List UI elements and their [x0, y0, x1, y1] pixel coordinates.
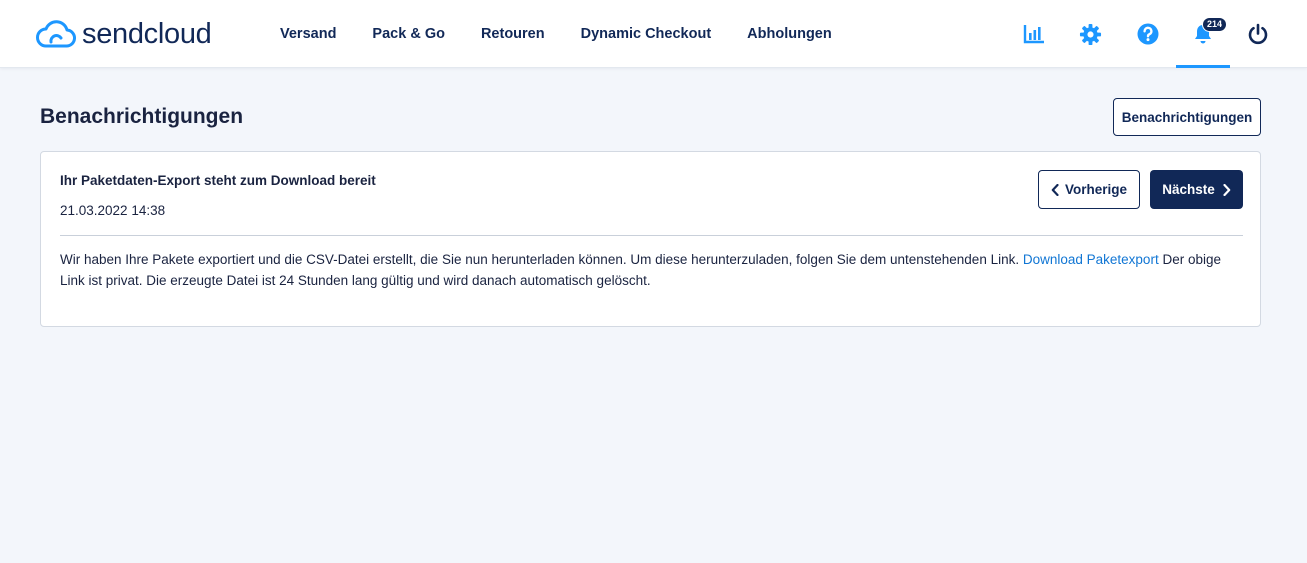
page-title: Benachrichtigungen [40, 105, 244, 128]
help-button[interactable] [1121, 0, 1175, 68]
notification-body-text-before: Wir haben Ihre Pakete exportiert und die… [60, 252, 1023, 267]
logout-button[interactable] [1231, 0, 1285, 68]
previous-button-label: Vorherige [1064, 182, 1127, 197]
main-nav: Versand Pack & Go Retouren Dynamic Check… [262, 0, 850, 68]
nav-item-abholungen[interactable]: Abholungen [729, 26, 850, 42]
previous-button[interactable]: Vorherige [1038, 170, 1140, 209]
card-divider [60, 235, 1243, 236]
settings-button[interactable] [1063, 0, 1117, 68]
cloud-logo-icon [36, 20, 76, 48]
nav-item-pack-and-go[interactable]: Pack & Go [354, 26, 463, 42]
next-button-label: Nächste [1162, 182, 1215, 197]
download-export-link[interactable]: Download Paketexport [1023, 252, 1159, 267]
power-icon [1248, 23, 1268, 45]
nav-item-dynamic-checkout[interactable]: Dynamic Checkout [563, 26, 730, 42]
notification-date: 21.03.2022 14:38 [60, 203, 166, 218]
sendcloud-logo[interactable]: sendcloud [36, 17, 212, 51]
question-circle-icon [1137, 23, 1159, 45]
next-button[interactable]: Nächste [1150, 170, 1243, 209]
notification-title: Ihr Paketdaten-Export steht zum Download… [60, 173, 376, 188]
brand-name: sendcloud [82, 17, 212, 50]
nav-item-versand[interactable]: Versand [262, 26, 354, 42]
analytics-button[interactable] [1007, 0, 1061, 68]
bar-chart-icon [1023, 25, 1044, 44]
notifications-settings-button[interactable]: Benachrichtigungen [1113, 98, 1261, 136]
chevron-right-icon [1223, 183, 1231, 196]
header-icon-group: 214 [1007, 0, 1307, 68]
notification-count-badge: 214 [1202, 17, 1228, 32]
notification-card: Ihr Paketdaten-Export steht zum Download… [40, 151, 1261, 327]
chevron-left-icon [1051, 183, 1059, 196]
gear-icon [1079, 23, 1101, 45]
notification-body: Wir haben Ihre Pakete exportiert und die… [60, 249, 1245, 291]
notifications-button[interactable]: 214 [1176, 0, 1230, 68]
nav-item-retouren[interactable]: Retouren [463, 26, 563, 42]
top-navigation-bar: sendcloud Versand Pack & Go Retouren Dyn… [0, 0, 1307, 68]
